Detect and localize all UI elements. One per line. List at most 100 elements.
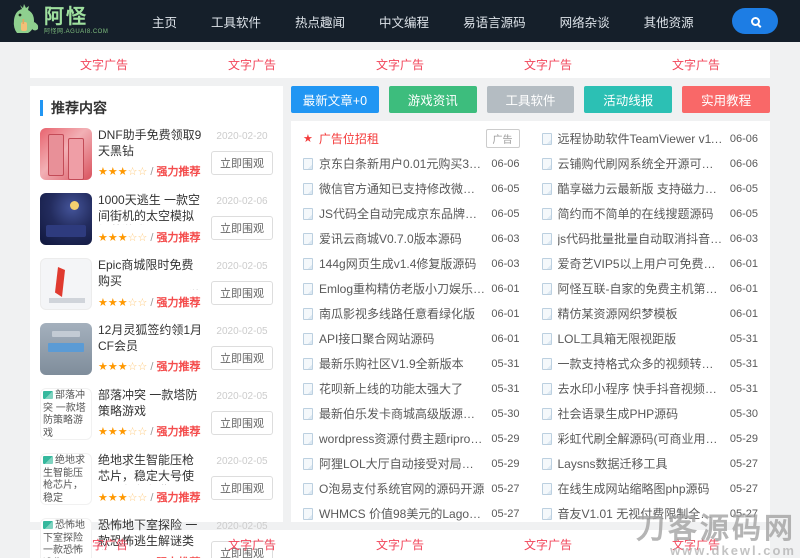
- article-title[interactable]: 爱奇艺VIP5以上用户可免费发爱奇艺VIP红包: [558, 255, 724, 272]
- article-title[interactable]: 微信官方通知已支持修改微信号: [319, 180, 485, 197]
- article-title[interactable]: 阿怪互联-自家的免费主机第一批正式开启: [558, 280, 724, 297]
- category-button[interactable]: 工具软件: [487, 86, 575, 113]
- article-row[interactable]: 云铺购代刷网系统全开源可运营程序搭建 06-06: [542, 151, 759, 176]
- article-row[interactable]: js代码批量批量自动取消抖音关注 06-03: [542, 226, 759, 251]
- item-title[interactable]: 12月灵狐签约领1月CF会员: [98, 323, 205, 354]
- category-button[interactable]: 实用教程: [682, 86, 770, 113]
- text-ad-link[interactable]: 文字广告: [474, 50, 622, 78]
- article-row[interactable]: 彩虹代刷全解源码(可商业用途 防黑) 05-29: [542, 426, 759, 451]
- article-title[interactable]: 最新乐购社区V1.9全新版本: [319, 355, 485, 372]
- article-row[interactable]: 阿怪互联-自家的免费主机第一批正式开启 06-01: [542, 276, 759, 301]
- article-title[interactable]: JS代码全自动完成京东品牌狂欢城活动任务: [319, 205, 485, 222]
- text-ad-link[interactable]: 文字广告: [622, 530, 770, 558]
- article-row[interactable]: 一款支持格式众多的视频转换器 05-31: [542, 351, 759, 376]
- nav-item[interactable]: 其他资源: [644, 12, 694, 31]
- nav-item[interactable]: 热点趣闻: [295, 12, 345, 31]
- article-row[interactable]: 微信官方通知已支持修改微信号 06-05: [303, 176, 520, 201]
- article-row[interactable]: 在线生成网站缩略图php源码 05-27: [542, 476, 759, 501]
- text-ad-link[interactable]: 文字广告: [474, 530, 622, 558]
- article-row[interactable]: 酷享磁力云最新版 支持磁力搜索下载和一... 06-05: [542, 176, 759, 201]
- article-title[interactable]: LOL工具箱无限视距版: [558, 330, 724, 347]
- article-row[interactable]: 最新乐购社区V1.9全新版本 05-31: [303, 351, 520, 376]
- article-row[interactable]: 远程协助软件TeamViewer v11 单文件版 06-06: [542, 126, 759, 151]
- recommended-item[interactable]: 绝地求生智能压枪芯片，稳定 绝地求生智能压枪芯片，稳定大号使用，永久免费 ★★★…: [40, 447, 273, 512]
- article-row[interactable]: 花呗新上线的功能太强大了 05-31: [303, 376, 520, 401]
- article-title[interactable]: 去水印小程序 快手抖音视频搬运工上热门...: [558, 380, 724, 397]
- nav-item[interactable]: 易语言源码: [463, 12, 526, 31]
- article-row[interactable]: 去水印小程序 快手抖音视频搬运工上热门... 05-31: [542, 376, 759, 401]
- article-title[interactable]: 爱讯云商城V0.7.0版本源码: [319, 230, 485, 247]
- view-now-button[interactable]: 立即围观: [211, 411, 273, 435]
- nav-item[interactable]: 主页: [152, 12, 177, 31]
- article-title[interactable]: 一款支持格式众多的视频转换器: [558, 355, 724, 372]
- article-title[interactable]: 阿狸LOL大厅自动接受对局工具: [319, 455, 485, 472]
- article-row[interactable]: API接口聚合网站源码 06-01: [303, 326, 520, 351]
- article-row[interactable]: 简约而不简单的在线搜题源码 06-05: [542, 201, 759, 226]
- article-row[interactable]: 阿狸LOL大厅自动接受对局工具 05-29: [303, 451, 520, 476]
- article-row[interactable]: 社会语录生成PHP源码 05-30: [542, 401, 759, 426]
- item-title[interactable]: 绝地求生智能压枪芯片，稳定大号使用，永久免费: [98, 453, 205, 485]
- article-row[interactable]: WHMCS 价值98美元的Lagom模板开源 05-27: [303, 501, 520, 526]
- article-row[interactable]: O泡易支付系统官网的源码开源 05-27: [303, 476, 520, 501]
- category-button[interactable]: 活动线报: [584, 86, 672, 113]
- recommended-item[interactable]: 部落冲突 一款塔防策略游戏 部落冲突 一款塔防策略游戏 ★★★☆☆ / 强力推荐…: [40, 382, 273, 447]
- article-row[interactable]: wordpress资源付费主题ripro6.7含美化包... 05-29: [303, 426, 520, 451]
- article-row[interactable]: 精仿某资源网织梦模板 06-01: [542, 301, 759, 326]
- text-ad-link[interactable]: 文字广告: [178, 50, 326, 78]
- item-title[interactable]: 部落冲突 一款塔防策略游戏: [98, 388, 205, 419]
- article-row[interactable]: 爱讯云商城V0.7.0版本源码 06-03: [303, 226, 520, 251]
- article-title[interactable]: 酷享磁力云最新版 支持磁力搜索下载和一...: [558, 180, 724, 197]
- article-title[interactable]: 京东白条新用户0.01元购买3个月爱奇艺黄...: [319, 155, 485, 172]
- article-title[interactable]: 云铺购代刷网系统全开源可运营程序搭建: [558, 155, 724, 172]
- article-title[interactable]: 南瓜影视多线路任意看绿化版: [319, 305, 485, 322]
- recommended-item[interactable]: 1000天逃生 一款空间街机的太空模拟经营游戏 ★★★☆☆ / 强力推荐 202…: [40, 187, 273, 252]
- nav-item[interactable]: 网络杂谈: [560, 12, 610, 31]
- article-title[interactable]: 精仿某资源网织梦模板: [558, 305, 724, 322]
- article-title[interactable]: Emlog重构精仿老版小刀娱乐网HFoldao模...: [319, 280, 485, 297]
- nav-item[interactable]: 中文编程: [379, 12, 429, 31]
- text-ad-link[interactable]: 文字广告: [178, 530, 326, 558]
- article-title[interactable]: API接口聚合网站源码: [319, 330, 485, 347]
- article-title[interactable]: 简约而不简单的在线搜题源码: [558, 205, 724, 222]
- recommended-item[interactable]: Epic商城限时免费购买《SUPERHOT》游戏 ★★★☆☆ / 强力推荐 20…: [40, 252, 273, 317]
- article-title[interactable]: O泡易支付系统官网的源码开源: [319, 480, 485, 497]
- search-button[interactable]: [732, 8, 778, 34]
- category-button[interactable]: 最新文章+0: [291, 86, 379, 113]
- article-row[interactable]: Laysns数据迁移工具 05-27: [542, 451, 759, 476]
- view-now-button[interactable]: 立即围观: [211, 346, 273, 370]
- article-title[interactable]: 远程协助软件TeamViewer v11 单文件版: [558, 130, 724, 147]
- article-row[interactable]: Emlog重构精仿老版小刀娱乐网HFoldao模... 06-01: [303, 276, 520, 301]
- article-row[interactable]: 南瓜影视多线路任意看绿化版 06-01: [303, 301, 520, 326]
- article-row[interactable]: 爱奇艺VIP5以上用户可免费发爱奇艺VIP红包 06-01: [542, 251, 759, 276]
- article-title[interactable]: WHMCS 价值98美元的Lagom模板开源: [319, 505, 485, 522]
- item-title[interactable]: DNF助手免费领取9天黑钻: [98, 128, 205, 159]
- article-row[interactable]: 京东白条新用户0.01元购买3个月爱奇艺黄... 06-06: [303, 151, 520, 176]
- view-now-button[interactable]: 立即围观: [211, 281, 273, 305]
- article-row[interactable]: 音友V1.01 无视付费限制全网音乐无损免费... 05-27: [542, 501, 759, 526]
- article-row[interactable]: 最新伯乐发卡商城高级版源码 无后门 05-30: [303, 401, 520, 426]
- article-title[interactable]: Laysns数据迁移工具: [558, 455, 724, 472]
- category-button[interactable]: 游戏资讯: [389, 86, 477, 113]
- text-ad-link[interactable]: 文字广告: [30, 50, 178, 78]
- text-ad-link[interactable]: 文字广告: [622, 50, 770, 78]
- article-title[interactable]: 在线生成网站缩略图php源码: [558, 480, 724, 497]
- article-title[interactable]: 音友V1.01 无视付费限制全网音乐无损免费...: [558, 505, 724, 522]
- recommended-item[interactable]: DNF助手免费领取9天黑钻 ★★★☆☆ / 强力推荐 2020-02-20 立即…: [40, 122, 273, 187]
- view-now-button[interactable]: 立即围观: [211, 151, 273, 175]
- article-title[interactable]: 144g网页生成v1.4修复版源码: [319, 255, 485, 272]
- article-title[interactable]: 花呗新上线的功能太强大了: [319, 380, 485, 397]
- article-title[interactable]: 彩虹代刷全解源码(可商业用途 防黑): [558, 430, 724, 447]
- article-row[interactable]: LOL工具箱无限视距版 05-31: [542, 326, 759, 351]
- article-title[interactable]: wordpress资源付费主题ripro6.7含美化包...: [319, 430, 485, 447]
- text-ad-link[interactable]: 文字广告: [326, 530, 474, 558]
- article-title[interactable]: 最新伯乐发卡商城高级版源码 无后门: [319, 405, 485, 422]
- view-now-button[interactable]: 立即围观: [211, 216, 273, 240]
- nav-item[interactable]: 工具软件: [211, 12, 261, 31]
- article-row[interactable]: JS代码全自动完成京东品牌狂欢城活动任务 06-05: [303, 201, 520, 226]
- site-logo[interactable]: 阿怪 阿怪网.AGUAI8.COM: [10, 2, 138, 41]
- article-title[interactable]: 社会语录生成PHP源码: [558, 405, 724, 422]
- article-title[interactable]: js代码批量批量自动取消抖音关注: [558, 230, 724, 247]
- view-now-button[interactable]: 立即围观: [211, 476, 273, 500]
- recommended-item[interactable]: 12月灵狐签约领1月CF会员 ★★★☆☆ / 强力推荐 2020-02-05 立…: [40, 317, 273, 382]
- pinned-ad-row[interactable]: ★ 广告位招租 广告: [303, 126, 520, 151]
